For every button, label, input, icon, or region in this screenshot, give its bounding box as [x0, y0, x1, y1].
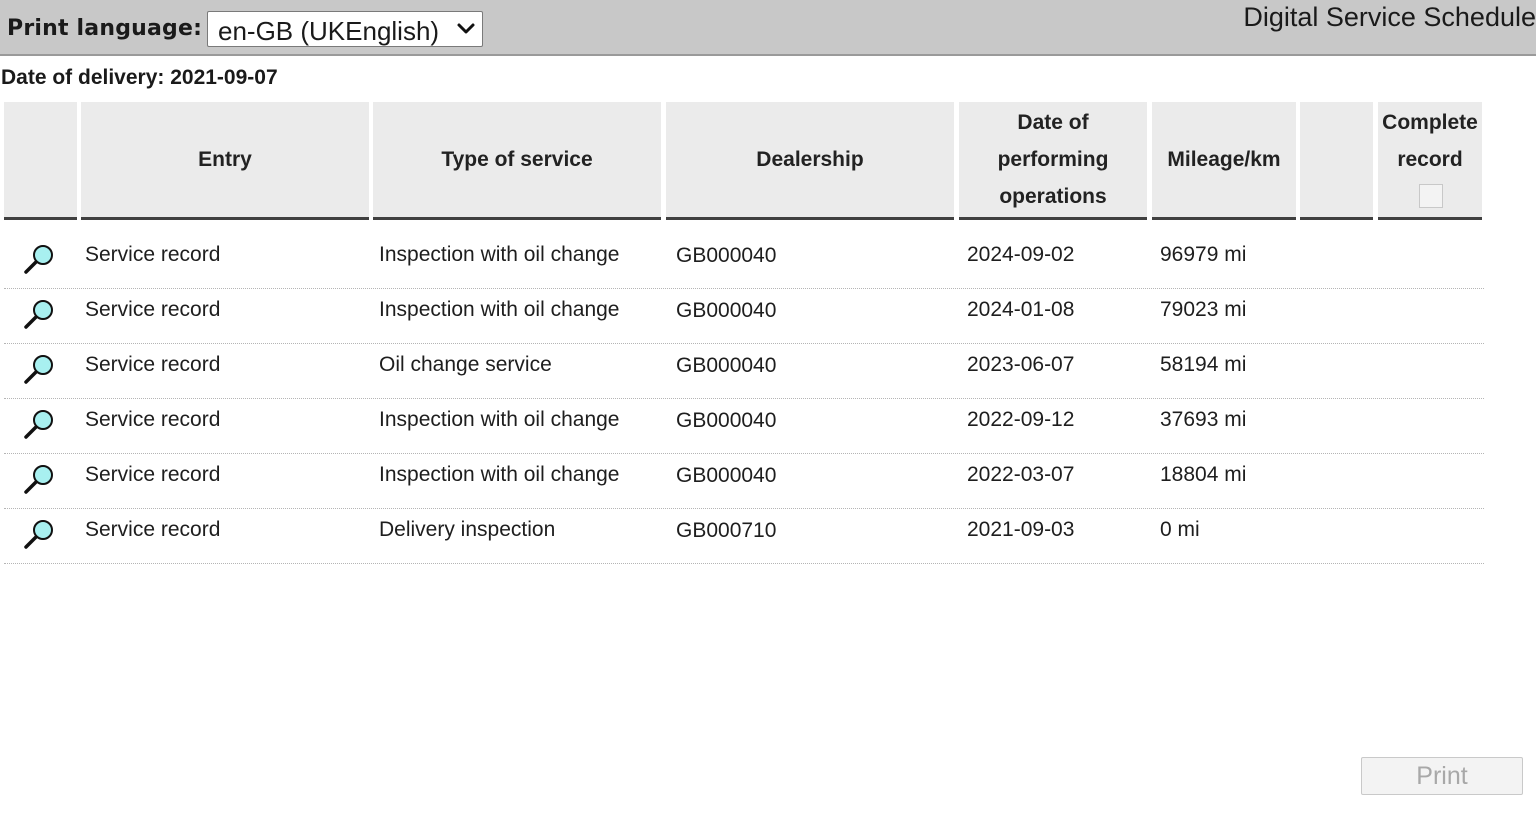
- cell-mileage: 37693 mi: [1160, 408, 1247, 431]
- cell-date: 2023-06-07: [967, 353, 1075, 376]
- cell-type-of-service: Inspection with oil change: [379, 243, 620, 266]
- cell-entry: Service record: [85, 518, 221, 541]
- chevron-down-icon: [457, 23, 475, 34]
- cell-mileage: 58194 mi: [1160, 353, 1247, 376]
- header-empty-column: [1300, 102, 1373, 220]
- print-language-label: Print language:: [7, 16, 203, 41]
- cell-entry: Service record: [85, 353, 221, 376]
- header-date-of-performing-operations[interactable]: Date of performing operations: [959, 102, 1147, 220]
- header-mileage[interactable]: Mileage/km: [1152, 102, 1296, 220]
- complete-record-checkbox[interactable]: [1419, 184, 1443, 208]
- cell-dealership: GB000040: [676, 409, 777, 432]
- cell-dealership: GB000040: [676, 464, 777, 487]
- table-row[interactable]: Service record Oil change service GB000040…: [4, 344, 1484, 399]
- cell-type-of-service: Inspection with oil change: [379, 298, 620, 321]
- table-row[interactable]: Service record Inspection with oil change…: [4, 289, 1484, 344]
- cell-type-of-service: Inspection with oil change: [379, 463, 620, 486]
- print-language-value: en-GB (UKEnglish): [218, 16, 440, 46]
- cell-date: 2024-09-02: [967, 243, 1075, 266]
- print-button[interactable]: Print: [1361, 757, 1523, 795]
- complete-record-label: Complete record: [1382, 111, 1478, 171]
- delivery-date: Date of delivery: 2021-09-07: [1, 66, 278, 89]
- magnifier-icon[interactable]: [22, 407, 56, 441]
- magnifier-icon[interactable]: [22, 242, 56, 276]
- magnifier-icon[interactable]: [22, 517, 56, 551]
- cell-dealership: GB000710: [676, 519, 777, 542]
- cell-type-of-service: Oil change service: [379, 353, 552, 376]
- cell-mileage: 79023 mi: [1160, 298, 1247, 321]
- cell-date: 2021-09-03: [967, 518, 1075, 541]
- table-row[interactable]: Service record Delivery inspection GB00071…: [4, 509, 1484, 564]
- print-language-select[interactable]: en-GB (UKEnglish): [207, 11, 483, 47]
- cell-entry: Service record: [85, 243, 221, 266]
- cell-entry: Service record: [85, 298, 221, 321]
- header-type-of-service[interactable]: Type of service: [373, 102, 661, 220]
- top-bar: Print language: en-GB (UKEnglish) Digita…: [0, 0, 1536, 56]
- cell-date: 2022-03-07: [967, 463, 1075, 486]
- cell-mileage: 0 mi: [1160, 518, 1200, 541]
- magnifier-icon[interactable]: [22, 297, 56, 331]
- cell-entry: Service record: [85, 408, 221, 431]
- header-dealership[interactable]: Dealership: [666, 102, 954, 220]
- cell-dealership: GB000040: [676, 244, 777, 267]
- cell-type-of-service: Inspection with oil change: [379, 408, 620, 431]
- app-title: Digital Service Schedule: [1243, 2, 1536, 32]
- magnifier-icon[interactable]: [22, 462, 56, 496]
- cell-type-of-service: Delivery inspection: [379, 518, 556, 541]
- header-entry[interactable]: Entry: [81, 102, 369, 220]
- table-row[interactable]: Service record Inspection with oil change…: [4, 454, 1484, 509]
- table-row[interactable]: Service record Inspection with oil change…: [4, 399, 1484, 454]
- cell-date: 2024-01-08: [967, 298, 1075, 321]
- cell-dealership: GB000040: [676, 299, 777, 322]
- magnifier-icon[interactable]: [22, 352, 56, 386]
- header-icon-column: [4, 102, 77, 220]
- cell-mileage: 96979 mi: [1160, 243, 1247, 266]
- cell-entry: Service record: [85, 463, 221, 486]
- cell-mileage: 18804 mi: [1160, 463, 1247, 486]
- cell-date: 2022-09-12: [967, 408, 1075, 431]
- cell-dealership: GB000040: [676, 354, 777, 377]
- table-row[interactable]: Service record Inspection with oil change…: [4, 234, 1484, 289]
